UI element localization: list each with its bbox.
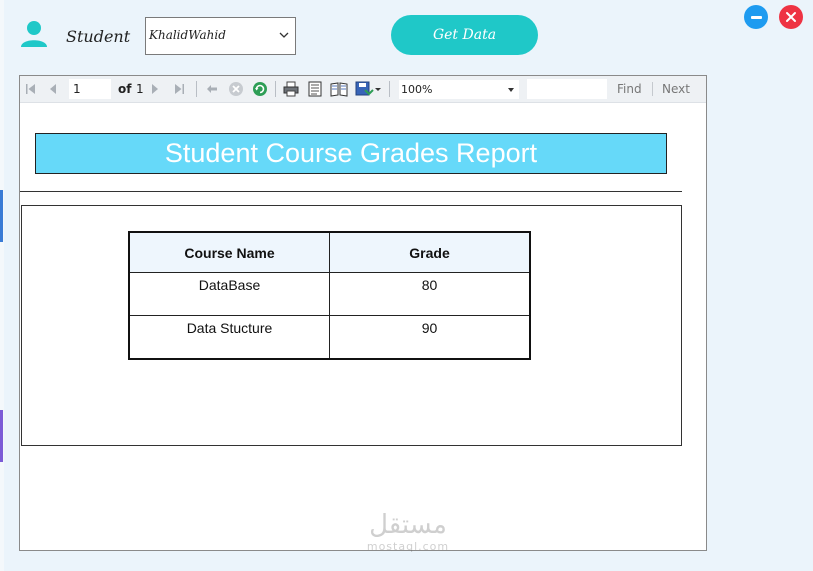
stop-icon	[229, 82, 243, 96]
mostaql-watermark: مستقل mostaql.com	[358, 510, 458, 558]
report-title: Student Course Grades Report	[35, 133, 667, 174]
table-header-row: Course Name Grade	[128, 231, 531, 273]
zoom-dropdown-arrow	[508, 88, 514, 92]
zoom-value: 100%	[401, 83, 433, 96]
stop-button[interactable]	[227, 80, 245, 98]
student-select[interactable]: KhalidWahid	[145, 17, 296, 55]
page-total: 1	[136, 82, 144, 96]
table-row: Data Stucture 90	[128, 315, 531, 360]
minimize-button[interactable]	[744, 5, 768, 29]
export-button[interactable]	[354, 80, 382, 98]
export-icon	[355, 81, 381, 96]
left-edge-strip	[0, 0, 4, 571]
course-name-cell: DataBase	[128, 272, 330, 316]
close-icon	[786, 12, 796, 22]
minimize-icon	[750, 15, 762, 19]
page-layout-button[interactable]	[306, 80, 324, 98]
back-icon	[207, 85, 217, 93]
grade-cell: 80	[329, 272, 531, 316]
last-page-icon	[175, 84, 184, 94]
report-toolbar: 1 of 1 100% Find Next	[20, 76, 706, 103]
user-role-label: Student	[66, 27, 131, 46]
find-next-button[interactable]: Next	[662, 82, 690, 96]
next-page-icon	[152, 84, 158, 94]
find-button[interactable]: Find	[617, 82, 642, 96]
table-row: DataBase 80	[128, 272, 531, 316]
first-page-icon	[26, 84, 35, 94]
back-button[interactable]	[203, 80, 221, 98]
page-setup-button[interactable]	[330, 80, 348, 98]
next-page-button[interactable]	[146, 80, 164, 98]
page-setup-icon	[330, 82, 348, 97]
student-select-value: KhalidWahid	[149, 28, 226, 42]
column-header-course: Course Name	[128, 231, 330, 273]
get-data-button[interactable]: Get Data	[391, 15, 538, 55]
left-edge-accent	[0, 190, 3, 242]
refresh-button[interactable]	[251, 80, 269, 98]
page-of-label: of	[118, 82, 132, 96]
last-page-button[interactable]	[170, 80, 188, 98]
toolbar-separator	[275, 81, 276, 97]
first-page-button[interactable]	[22, 80, 40, 98]
app-window: Student KhalidWahid Get Data 1 of 1 100%…	[0, 0, 813, 571]
page-layout-icon	[308, 81, 322, 97]
find-text-input[interactable]	[527, 79, 607, 99]
course-name-cell: Data Stucture	[128, 315, 330, 360]
watermark-arabic-text: مستقل	[369, 510, 447, 540]
print-button[interactable]	[282, 80, 300, 98]
print-icon	[283, 81, 299, 97]
toolbar-separator	[389, 81, 390, 97]
previous-page-button[interactable]	[44, 80, 62, 98]
grade-cell: 90	[329, 315, 531, 360]
watermark-latin-text: mostaql.com	[366, 540, 450, 553]
current-page-input[interactable]: 1	[69, 79, 111, 99]
grades-table: Course Name Grade DataBase 80 Data Stuct…	[128, 231, 531, 360]
user-icon	[21, 21, 47, 47]
chevron-down-icon	[279, 32, 289, 38]
title-divider	[20, 191, 682, 192]
report-viewer: 1 of 1 100% Find Next Student Course Gra…	[19, 75, 707, 551]
toolbar-separator	[652, 82, 653, 96]
column-header-grade: Grade	[329, 231, 531, 273]
refresh-icon	[253, 82, 267, 96]
close-button[interactable]	[779, 5, 803, 29]
previous-page-icon	[50, 84, 56, 94]
toolbar-separator	[196, 81, 197, 97]
left-edge-accent	[0, 410, 3, 462]
zoom-select[interactable]: 100%	[399, 80, 519, 99]
